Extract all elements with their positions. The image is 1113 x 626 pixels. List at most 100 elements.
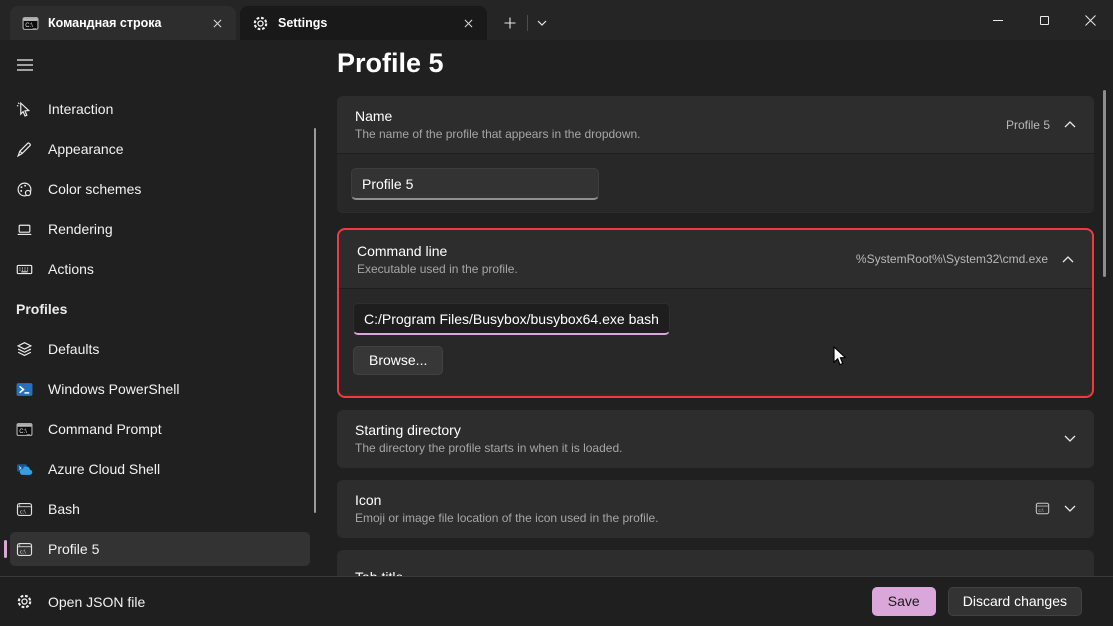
icon-expander: Icon Emoji or image file location of the…: [337, 480, 1094, 538]
svg-text:c:\: c:\: [20, 509, 26, 515]
sidebar-item-command-prompt[interactable]: C:\_ Command Prompt: [0, 409, 330, 449]
sidebar-item-label: Actions: [48, 261, 94, 277]
menu-button[interactable]: [14, 54, 36, 76]
command-line-input[interactable]: [353, 303, 670, 335]
hamburger-icon: [17, 59, 33, 71]
tab-label: Командная строка: [48, 16, 208, 30]
tab-dropdown-button[interactable]: [530, 9, 554, 37]
tab-title-expander: Tab title: [337, 550, 1094, 576]
name-expander: Name The name of the profile that appear…: [337, 96, 1094, 213]
sidebar-nav: Interaction Appearance Color schemes Ren…: [0, 89, 330, 569]
svg-text:C:\_: C:\_: [25, 23, 37, 29]
mouse-cursor: [833, 346, 847, 367]
tab-settings[interactable]: Settings: [240, 6, 487, 40]
setting-description: Emoji or image file location of the icon…: [355, 511, 659, 525]
setting-name: Tab title: [355, 569, 403, 576]
layers-icon: [16, 341, 33, 358]
browse-button[interactable]: Browse...: [353, 346, 443, 375]
toolbar-divider: [527, 15, 528, 31]
titlebar: C:\_ Командная строка Settings: [0, 0, 1113, 40]
sidebar-item-label: Profile 5: [48, 541, 99, 557]
plus-icon: [504, 17, 516, 29]
palette-icon: [16, 181, 33, 198]
cmd-icon: C:\_: [22, 15, 39, 32]
command-line-expander: Command line Executable used in the prof…: [337, 228, 1094, 398]
setting-description: Executable used in the profile.: [357, 262, 518, 276]
page-title: Profile 5: [337, 48, 444, 79]
maximize-button[interactable]: [1021, 0, 1067, 40]
sidebar-item-color-schemes[interactable]: Color schemes: [0, 169, 330, 209]
setting-name: Name: [355, 108, 641, 124]
setting-name: Command line: [357, 243, 518, 259]
close-tab-icon[interactable]: [459, 14, 477, 32]
pen-icon: [16, 141, 33, 158]
gear-icon: [16, 593, 33, 610]
sidebar-item-actions[interactable]: Actions: [0, 249, 330, 289]
command-line-expander-header[interactable]: Command line Executable used in the prof…: [339, 230, 1092, 288]
sidebar-item-defaults[interactable]: Defaults: [0, 329, 330, 369]
sidebar-item-profile-5[interactable]: c:\ Profile 5: [0, 529, 330, 569]
tab-label: Settings: [278, 16, 459, 30]
open-json-file-label: Open JSON file: [48, 594, 145, 610]
gear-icon: [252, 15, 269, 32]
discard-changes-button[interactable]: Discard changes: [948, 587, 1082, 616]
setting-description: The name of the profile that appears in …: [355, 127, 641, 141]
name-expander-body: [337, 153, 1094, 212]
sidebar-item-azure-cloud-shell[interactable]: Azure Cloud Shell: [0, 449, 330, 489]
sidebar-scrollbar[interactable]: [314, 128, 316, 513]
pointer-icon: [16, 101, 33, 118]
chevron-down-icon: [1064, 435, 1076, 442]
terminal-outline-icon: c:\: [16, 541, 33, 558]
sidebar-item-label: Defaults: [48, 341, 99, 357]
new-tab-button[interactable]: [495, 9, 525, 37]
monitor-icon: [16, 221, 33, 238]
minimize-icon: [993, 20, 1003, 21]
sidebar-item-appearance[interactable]: Appearance: [0, 129, 330, 169]
sidebar-item-label: Appearance: [48, 141, 124, 157]
starting-directory-expander-header[interactable]: Starting directory The directory the pro…: [337, 410, 1094, 467]
svg-text:c:\: c:\: [20, 549, 26, 555]
sidebar-item-bash[interactable]: c:\ Bash: [0, 489, 330, 529]
keyboard-icon: [16, 261, 33, 278]
icon-expander-header[interactable]: Icon Emoji or image file location of the…: [337, 480, 1094, 537]
settings-content: Profile 5 Name The name of the profile t…: [330, 40, 1113, 576]
name-expander-header[interactable]: Name The name of the profile that appear…: [337, 96, 1094, 153]
close-button[interactable]: [1067, 0, 1113, 40]
azure-cloud-icon: [16, 461, 33, 478]
sidebar-item-label: Color schemes: [48, 181, 141, 197]
terminal-outline-icon: c:\: [16, 501, 33, 518]
cmd-icon: c:\: [1035, 501, 1050, 516]
profiles-section-header: Profiles: [0, 289, 330, 329]
sidebar-item-label: Command Prompt: [48, 421, 162, 437]
sidebar-item-label: Azure Cloud Shell: [48, 461, 160, 477]
setting-name: Icon: [355, 492, 659, 508]
chevron-up-icon: [1062, 256, 1074, 263]
open-json-file-button[interactable]: Open JSON file: [16, 593, 145, 610]
content-scrollbar[interactable]: [1103, 90, 1106, 277]
settings-sidebar: Interaction Appearance Color schemes Ren…: [0, 40, 330, 576]
name-input[interactable]: [351, 168, 599, 200]
tab-command-prompt[interactable]: C:\_ Командная строка: [10, 6, 236, 40]
setting-description: The directory the profile starts in when…: [355, 441, 622, 455]
minimize-button[interactable]: [975, 0, 1021, 40]
powershell-icon: [16, 381, 33, 398]
maximize-icon: [1040, 16, 1049, 25]
cmd-icon: C:\_: [16, 421, 33, 438]
command-line-expander-body: Browse...: [339, 288, 1092, 394]
tab-title-expander-header[interactable]: Tab title: [337, 550, 1094, 576]
chevron-down-icon: [537, 20, 547, 26]
svg-text:C:\_: C:\_: [19, 429, 31, 435]
sidebar-item-windows-powershell[interactable]: Windows PowerShell: [0, 369, 330, 409]
chevron-down-icon: [1064, 505, 1076, 512]
chevron-up-icon: [1064, 121, 1076, 128]
sidebar-item-label: Rendering: [48, 221, 113, 237]
svg-text:c:\: c:\: [1038, 508, 1044, 514]
sidebar-item-label: Bash: [48, 501, 80, 517]
windows-terminal-settings-window: C:\_ Командная строка Settings: [0, 0, 1113, 626]
sidebar-item-rendering[interactable]: Rendering: [0, 209, 330, 249]
save-button[interactable]: Save: [872, 587, 936, 616]
close-tab-icon[interactable]: [208, 14, 226, 32]
starting-directory-expander: Starting directory The directory the pro…: [337, 410, 1094, 468]
close-icon: [1085, 15, 1096, 26]
sidebar-item-interaction[interactable]: Interaction: [0, 89, 330, 129]
